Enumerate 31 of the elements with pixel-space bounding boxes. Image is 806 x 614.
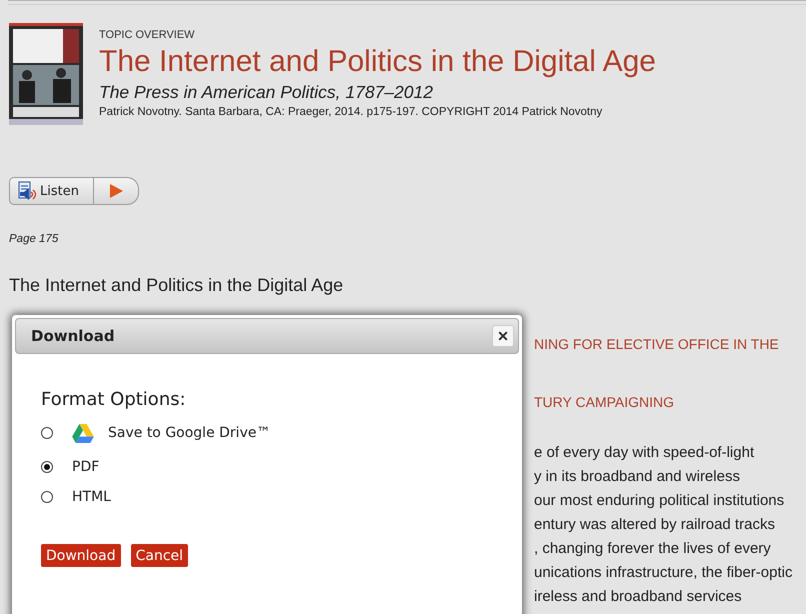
page-number: Page 175 [9,233,60,245]
section-label: TOPIC OVERVIEW [99,29,196,41]
radio-button[interactable] [41,461,53,473]
body-text: y in its broadband and wireless [534,468,741,487]
download-button[interactable]: Download [41,544,121,567]
body-text: unications infrastructure, the fiber-optic [534,564,794,583]
page-title: The Internet and Politics in the Digital Age [99,45,656,79]
section-heading: NING FOR ELECTIVE OFFICE IN THE [534,336,780,354]
dialog-title: Download [31,327,115,345]
format-heading: Format Options: [41,389,187,410]
option-label: Save to Google Drive™ [108,425,270,441]
speaker-icon [18,181,36,201]
body-text: e of every day with speed-of-light [534,444,756,463]
radio-button[interactable] [41,491,53,503]
close-button[interactable]: × [492,325,514,347]
option-label: HTML [72,489,111,505]
drive-icon [72,424,94,442]
section-heading: TURY CAMPAIGNING [534,394,676,412]
article-heading: The Internet and Politics in the Digital Age [9,275,344,296]
listen-button[interactable]: Listen [9,177,94,205]
radio-button[interactable] [41,427,53,439]
play-icon [108,184,123,198]
body-text: entury was altered by railroad tracks [534,516,776,535]
body-text: ireless and broadband services [534,588,743,607]
book-title: The Press in American Politics, 1787–2012 [99,82,434,103]
body-text: , changing forever the lives of every [534,540,772,559]
play-button[interactable] [94,177,139,205]
body-text: our most enduring political institutions [534,492,786,511]
option-label: PDF [72,459,100,475]
cancel-button[interactable]: Cancel [130,544,188,567]
citation: Patrick Novotny. Santa Barbara, CA: Praeger, 2014. p175-197. COPYRIGHT 2014 Patrick Novotny [99,106,604,118]
